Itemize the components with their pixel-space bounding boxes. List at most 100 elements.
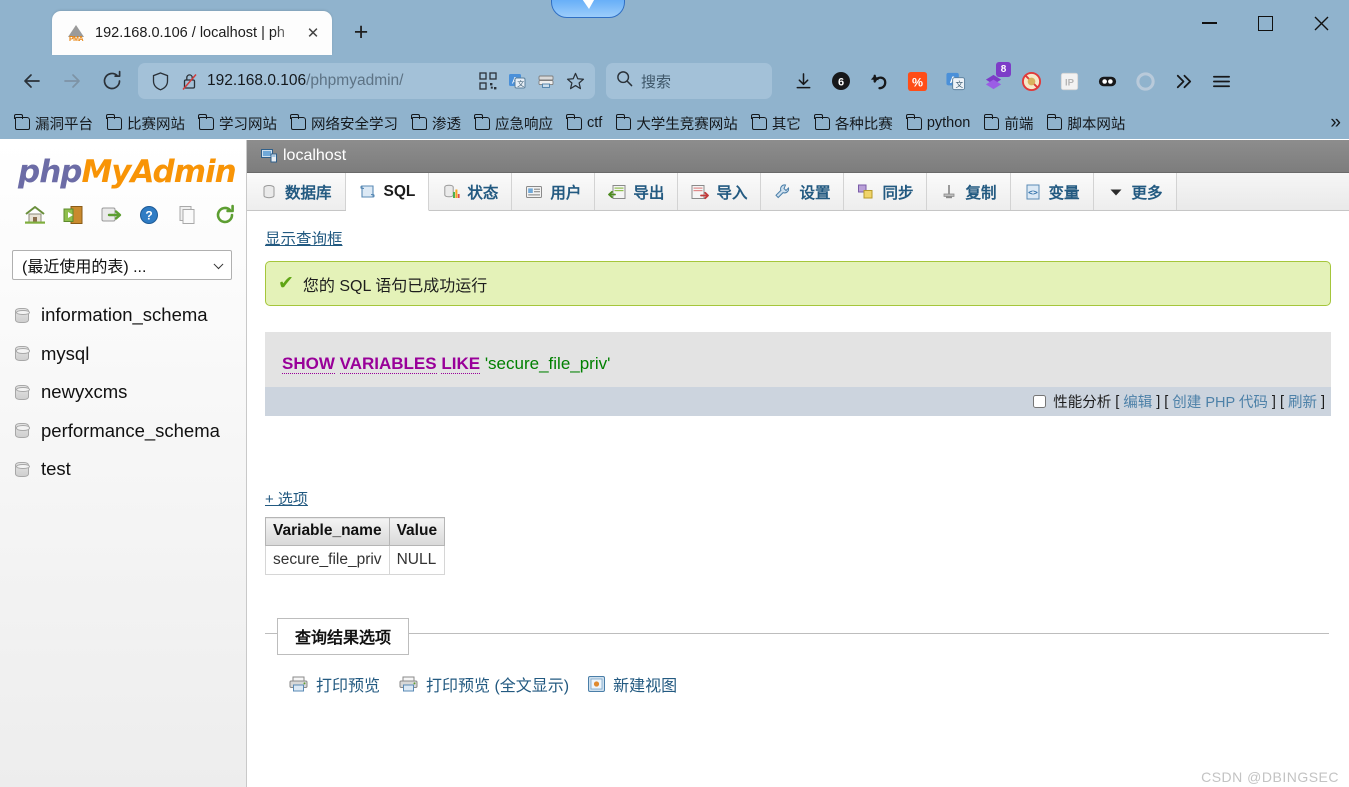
docs-icon[interactable] <box>176 204 198 226</box>
print-preview-action[interactable]: 打印预览 <box>289 672 380 696</box>
folder-icon <box>566 113 582 130</box>
edit-query-link[interactable]: 编辑 <box>1123 391 1152 412</box>
downloads-icon[interactable] <box>785 63 821 99</box>
bookmark-label: ctf <box>587 115 603 131</box>
tab-label: 同步 <box>882 184 914 202</box>
close-window-button[interactable] <box>1293 0 1349 46</box>
minimize-window-button[interactable] <box>1181 0 1237 46</box>
undo-arrow-icon[interactable] <box>861 63 897 99</box>
sidebar-item-test[interactable]: test <box>10 450 246 489</box>
help-icon[interactable]: ? <box>138 204 160 226</box>
profiling-checkbox[interactable] <box>1033 395 1047 408</box>
browser-menu-button[interactable] <box>1203 63 1239 99</box>
tab-users[interactable]: 用户 <box>512 173 596 210</box>
column-header-value[interactable]: Value <box>388 517 446 546</box>
forward-button[interactable] <box>52 61 92 101</box>
bookmark-item[interactable]: 大学生竞赛网站 <box>609 111 745 136</box>
bookmark-item[interactable]: 渗透 <box>405 111 468 136</box>
browser-tab-title: 192.168.0.106 / localhost | ph <box>95 25 285 41</box>
sidebar-item-newyxcms[interactable]: newyxcms <box>10 373 246 412</box>
percent-orange-icon[interactable]: % <box>899 63 935 99</box>
maximize-window-button[interactable] <box>1237 0 1293 46</box>
show-query-box-link[interactable]: 显示查询框 <box>265 227 343 249</box>
create-php-code-link[interactable]: 创建 PHP 代码 <box>1172 391 1268 412</box>
bookmark-item[interactable]: 各种比赛 <box>808 111 900 136</box>
bookmark-item[interactable]: 应急响应 <box>468 111 560 136</box>
tab-export[interactable]: 导出 <box>595 173 679 210</box>
database-list: information_schema mysql newyxcms perfor… <box>0 296 246 489</box>
print-preview-full-action[interactable]: 打印预览 (全文显示) <box>399 672 569 696</box>
bookmarks-bar: 漏洞平台 比赛网站 学习网站 网络安全学习 渗透 应急响应 ctf 大学生竞赛网… <box>0 107 1349 139</box>
translate-icon[interactable]: A文 <box>506 70 528 92</box>
tab-label: 变量 <box>1048 184 1080 202</box>
navigation-toolbar: 192.168.0.106/phpmyadmin/ A文 搜索 <box>0 55 1349 107</box>
tab-label: 导出 <box>633 184 665 202</box>
tab-sync[interactable]: 同步 <box>844 173 928 210</box>
tab-replication[interactable]: 复制 <box>927 173 1011 210</box>
sidebar-item-performance_schema[interactable]: performance_schema <box>10 412 246 451</box>
phpmyadmin-logo[interactable]: phpMyAdmin <box>0 140 246 196</box>
toolbar-overflow-button[interactable] <box>1165 63 1201 99</box>
back-button[interactable] <box>12 61 52 101</box>
replication-icon <box>940 183 958 201</box>
qrcode-icon[interactable] <box>477 70 499 92</box>
users-icon <box>525 183 543 201</box>
block-adblock-icon[interactable] <box>1013 63 1049 99</box>
bookmark-item[interactable]: 其它 <box>745 111 808 136</box>
phpmyadmin-page: phpMyAdmin ? (最近使用的表) ... information_sc… <box>0 140 1349 787</box>
close-tab-icon[interactable]: ✕ <box>302 22 324 44</box>
address-bar[interactable]: 192.168.0.106/phpmyadmin/ A文 <box>138 63 595 99</box>
variables-icon: <> <box>1024 183 1042 201</box>
tracking-shield-icon[interactable] <box>149 70 171 92</box>
tab-databases[interactable]: 数据库 <box>247 173 346 210</box>
query-window-icon[interactable] <box>100 204 122 226</box>
refresh-query-link[interactable]: 刷新 <box>1288 391 1317 412</box>
create-view-action[interactable]: 新建视图 <box>588 672 677 696</box>
tab-sql[interactable]: SQL <box>345 173 430 211</box>
main-content: localhost 数据库 SQL 状态 用户 导出 导入 设置 同步 复制 <… <box>247 140 1349 787</box>
column-header-variable-name[interactable]: Variable_name <box>265 517 390 546</box>
logout-icon[interactable] <box>62 204 84 226</box>
options-toggle-link[interactable]: + 选项 <box>265 488 1339 509</box>
bookmark-item[interactable]: ctf <box>560 113 609 133</box>
bookmark-item[interactable]: 比赛网站 <box>100 111 192 136</box>
bookmark-item[interactable]: 前端 <box>977 111 1040 136</box>
sidebar-item-mysql[interactable]: mysql <box>10 335 246 374</box>
tab-variables[interactable]: <> 变量 <box>1010 173 1094 210</box>
folder-icon <box>411 113 427 130</box>
tab-label: SQL <box>383 182 416 200</box>
insecure-lock-icon[interactable] <box>178 70 200 92</box>
sidebar-item-information_schema[interactable]: information_schema <box>10 296 246 335</box>
translate-ext-icon[interactable]: A文 <box>937 63 973 99</box>
counter-badge-icon[interactable]: 6 <box>823 63 859 99</box>
eyes-ext-icon[interactable] <box>1089 63 1125 99</box>
bracket-close: ] <box>1156 393 1161 410</box>
reload-navigation-icon[interactable] <box>214 204 236 226</box>
tab-settings[interactable]: 设置 <box>761 173 845 210</box>
tab-more[interactable]: 更多 <box>1093 173 1177 210</box>
circle-ext-icon[interactable] <box>1127 63 1163 99</box>
bookmark-item[interactable]: 脚本网站 <box>1040 111 1132 136</box>
bookmark-item[interactable]: python <box>900 113 978 133</box>
purple-layers-icon[interactable]: 8 <box>975 62 1011 99</box>
sidebar-icon-row: ? <box>0 196 246 232</box>
new-tab-button[interactable]: + <box>341 12 381 52</box>
bookmark-star-icon[interactable] <box>564 70 586 92</box>
bookmarks-overflow-button[interactable]: » <box>1330 107 1341 139</box>
ip-address-icon[interactable]: IP <box>1051 63 1087 99</box>
folder-icon <box>14 113 30 130</box>
bracket-open: [ <box>1164 393 1169 410</box>
profiling-label: 性能分析 <box>1053 395 1112 411</box>
save-page-icon[interactable] <box>535 70 557 92</box>
database-icon <box>15 423 30 439</box>
tab-status[interactable]: 状态 <box>429 173 513 210</box>
tab-import[interactable]: 导入 <box>678 173 762 210</box>
search-input[interactable]: 搜索 <box>606 63 772 99</box>
reload-button[interactable] <box>92 61 132 101</box>
browser-tab[interactable]: PMA 192.168.0.106 / localhost | ph ✕ <box>52 11 332 55</box>
recent-tables-select[interactable]: (最近使用的表) ... <box>12 250 232 280</box>
bookmark-item[interactable]: 网络安全学习 <box>284 111 405 136</box>
home-icon[interactable] <box>24 204 46 226</box>
bookmark-item[interactable]: 漏洞平台 <box>8 111 100 136</box>
bookmark-item[interactable]: 学习网站 <box>192 111 284 136</box>
